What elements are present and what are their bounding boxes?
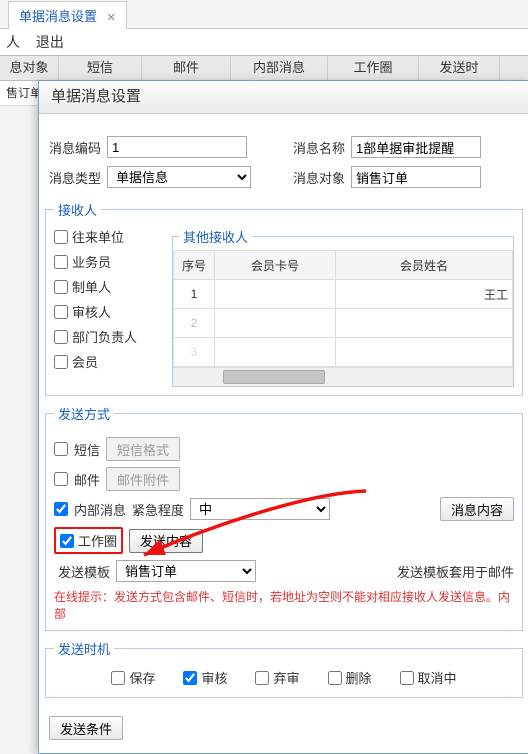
sendtiming-group: 发送时机 保存 审核 弃审 删除 取消中	[45, 639, 523, 698]
th-card: 会员卡号	[215, 251, 336, 280]
menu-exit[interactable]: 退出	[36, 34, 64, 50]
msgobj-input[interactable]	[351, 166, 481, 188]
recipient-table[interactable]: 序号 会员卡号 会员姓名 1王工 2 3	[173, 250, 513, 367]
chk-save[interactable]: 保存	[111, 668, 155, 687]
col-mail[interactable]: 邮件	[142, 56, 231, 80]
chk-dept[interactable]: 部门负责人	[54, 327, 164, 346]
table-row: 1王工	[174, 280, 513, 309]
chk-partner[interactable]: 往来单位	[54, 227, 164, 246]
recipient-checks: 往来单位 业务员 制单人 审核人 部门负责人 会员	[54, 227, 164, 387]
inner-label: 内部消息	[74, 500, 126, 519]
chk-unapprove[interactable]: 弃审	[255, 668, 299, 687]
chk-sales[interactable]: 业务员	[54, 252, 164, 271]
other-recipients: 其他接收人 序号 会员卡号 会员姓名 1王工 2 3	[172, 227, 514, 387]
msgcode-input[interactable]	[107, 136, 247, 158]
send-condition-button[interactable]: 发送条件	[49, 716, 123, 740]
mail-label: 邮件	[74, 470, 100, 489]
msgcode-label: 消息编码	[45, 138, 101, 157]
column-header: 息对象 短信 邮件 内部消息 工作圈 发送时	[0, 56, 528, 81]
recipients-legend: 接收人	[54, 200, 101, 219]
sms-format-button: 短信格式	[106, 437, 180, 461]
msgname-label: 消息名称	[289, 138, 345, 157]
table-row: 3	[174, 338, 513, 367]
chk-creator[interactable]: 制单人	[54, 277, 164, 296]
table-row: 2	[174, 309, 513, 338]
circle-content-button[interactable]: 发送内容	[129, 529, 203, 553]
dialog-title: 单据消息设置	[39, 81, 528, 114]
urg-label: 紧急程度	[132, 500, 184, 519]
sms-label: 短信	[74, 440, 100, 459]
chk-approver[interactable]: 审核人	[54, 302, 164, 321]
col-sms[interactable]: 短信	[59, 56, 142, 80]
online-tip: 在线提示：发送方式包含邮件、短信时，若地址为空则不能对相应接收人发送信息。内部	[54, 588, 514, 622]
workcircle-highlight: 工作圈	[54, 527, 123, 554]
chk-inner[interactable]	[54, 502, 68, 516]
chk-member[interactable]: 会员	[54, 352, 164, 371]
sendmethod-legend: 发送方式	[54, 404, 114, 423]
chk-approve[interactable]: 审核	[183, 668, 227, 687]
th-name: 会员姓名	[336, 251, 513, 280]
other-legend: 其他接收人	[179, 227, 252, 246]
tpl-select[interactable]: 销售订单	[116, 560, 256, 582]
chk-cancel[interactable]: 取消中	[400, 668, 457, 687]
content-button[interactable]: 消息内容	[440, 497, 514, 521]
chk-sms[interactable]	[54, 442, 68, 456]
sendmethod-group: 发送方式 短信 短信格式 邮件 邮件附件 内部消息 紧急程度 中 消息内容 工作…	[45, 404, 523, 631]
tab-title: 单据消息设置	[19, 9, 97, 24]
chk-mail[interactable]	[54, 472, 68, 486]
tpl-label: 发送模板	[54, 562, 110, 581]
menu-bar: 人 退出	[0, 29, 528, 56]
circle-label: 工作圈	[78, 531, 117, 550]
msgname-input[interactable]	[351, 136, 481, 158]
col-time[interactable]: 发送时	[419, 56, 500, 80]
chk-delete[interactable]: 删除	[328, 668, 372, 687]
mail-attach-button: 邮件附件	[106, 467, 180, 491]
close-icon[interactable]: ✕	[107, 12, 116, 24]
dialog: 单据消息设置 消息编码 消息名称 消息类型 单据信息 消息对象 接收人 往来单位…	[38, 80, 528, 754]
tab-active[interactable]: 单据消息设置 ✕	[8, 1, 127, 29]
msgtype-select[interactable]: 单据信息	[107, 166, 251, 188]
msgtype-label: 消息类型	[45, 168, 101, 187]
chk-circle[interactable]	[60, 534, 74, 548]
col-inner[interactable]: 内部消息	[231, 56, 328, 80]
th-no: 序号	[174, 251, 215, 280]
col-circle[interactable]: 工作圈	[328, 56, 419, 80]
urgency-select[interactable]: 中	[190, 498, 330, 520]
msgobj-label: 消息对象	[289, 168, 345, 187]
menu-stub: 人	[6, 34, 20, 50]
tab-bar: 单据消息设置 ✕	[0, 0, 528, 29]
sendtiming-legend: 发送时机	[54, 639, 114, 658]
recipients-group: 接收人 往来单位 业务员 制单人 审核人 部门负责人 会员 其他接收人 序号 会…	[45, 200, 523, 396]
hscroll[interactable]	[173, 367, 513, 386]
tpl-note: 发送模板套用于邮件	[397, 562, 514, 581]
col-obj[interactable]: 息对象	[0, 56, 59, 80]
